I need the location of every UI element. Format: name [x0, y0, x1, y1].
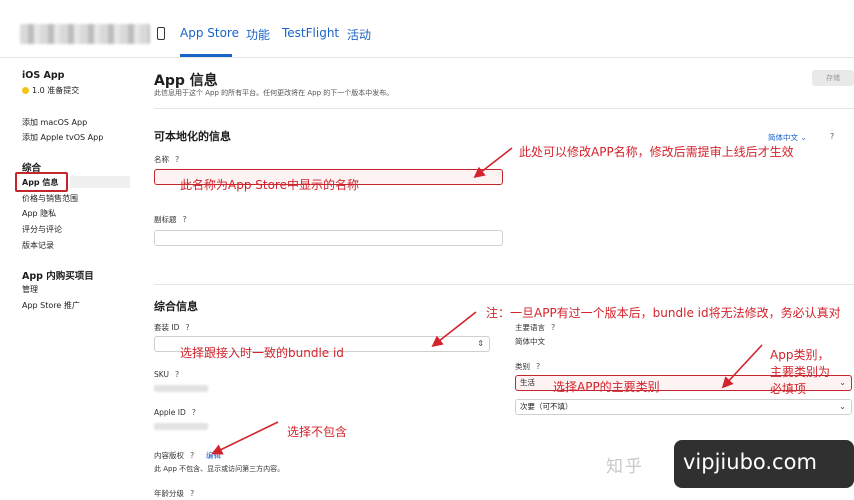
- arrow-to-category-select: [721, 344, 763, 389]
- arrow-to-name-field: [473, 147, 513, 178]
- arrow-to-rights-edit: [211, 421, 279, 455]
- arrow-to-bundle-select: [431, 311, 477, 347]
- zhihu-watermark: 知乎: [606, 457, 644, 477]
- site-watermark: vipjiubo.com: [683, 450, 817, 474]
- annotation-arrows: [211, 147, 763, 455]
